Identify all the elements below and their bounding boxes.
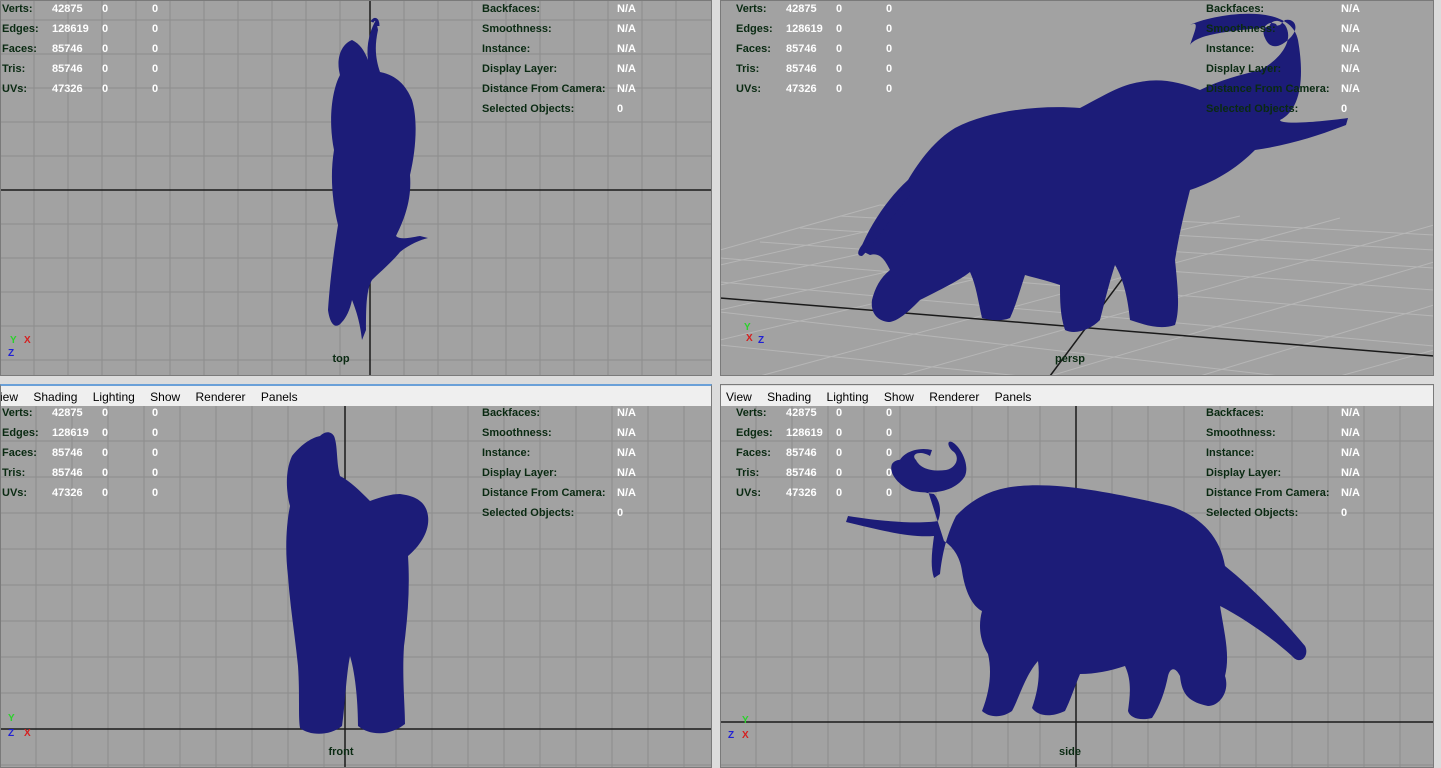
hud-poly-count-side: Verts: 42875 0 0 Edges: 128619 0 0 Faces: 85746… [736,407,893,499]
camera-label-top: top [332,353,350,365]
hud-object-details-side: Backfaces: N/A Smoothness: N/A Instance: N/… [1206,407,1360,519]
hud-poly-count-persp: Verts: 42875 0 0 Edges: 128619 0 0 Faces: 85746… [736,3,893,95]
menu-show-side[interactable]: Show [884,390,914,404]
menu-shading-side[interactable]: Shading [767,390,811,404]
menu-lighting-front[interactable]: Lighting [93,390,135,404]
camera-label-front: front [328,746,354,758]
menu-view-side[interactable]: View [726,390,752,404]
camera-label-side: side [1058,746,1082,758]
menu-view-front[interactable]: iew [0,390,18,404]
menu-renderer-front[interactable]: Renderer [196,390,246,404]
menu-panels-front[interactable]: Panels [261,390,298,404]
hud-poly-count-front: Verts: 42875 0 0 Edges: 128619 0 0 Faces: 85746… [2,407,159,499]
hud-object-details-front: Backfaces: N/A Smoothness: N/A Instance: N/… [482,407,636,519]
hud-poly-count-top: Verts: 42875 0 0 Edges: 128619 0 0 Faces: 85746… [2,3,159,95]
hud-object-details-top: Backfaces: N/A Smoothness: N/A Instance: N/… [482,3,636,115]
camera-label-persp: persp [1055,353,1085,365]
menu-lighting-side[interactable]: Lighting [827,390,869,404]
menu-show-front[interactable]: Show [150,390,180,404]
menu-panels-side[interactable]: Panels [995,390,1032,404]
menu-renderer-side[interactable]: Renderer [929,390,979,404]
menu-shading-front[interactable]: Shading [33,390,77,404]
hud-object-details-persp: Backfaces: N/A Smoothness: N/A Instance: N/… [1206,3,1360,115]
